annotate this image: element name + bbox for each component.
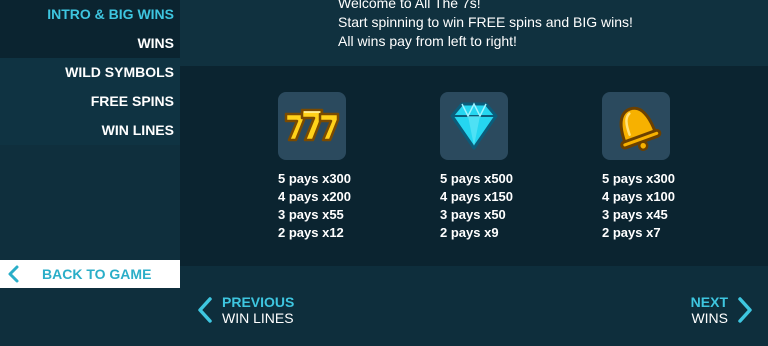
chevron-right-icon xyxy=(738,297,752,323)
sidebar-item-win-lines[interactable]: WIN LINES xyxy=(0,116,180,145)
pay-line: 2 pays x7 xyxy=(602,225,661,240)
next-page-button[interactable]: NEXT WINS xyxy=(691,294,754,326)
symbol-tile xyxy=(278,92,346,160)
sidebar-item-wild-symbols[interactable]: WILD SYMBOLS xyxy=(0,58,180,87)
pay-line: 3 pays x55 xyxy=(278,207,344,222)
chevron-left-icon xyxy=(198,297,212,323)
symbol-diamond: 5 pays x500 4 pays x150 3 pays x50 2 pay… xyxy=(440,92,560,242)
main-content: Welcome to All The 7s! Start spinning to… xyxy=(180,0,768,346)
previous-page-button[interactable]: PREVIOUS WIN LINES xyxy=(196,294,294,326)
pays-list: 5 pays x300 4 pays x100 3 pays x45 2 pay… xyxy=(602,170,722,242)
next-label: NEXT xyxy=(690,294,728,310)
symbol-sevens: 5 pays x300 4 pays x200 3 pays x55 2 pay… xyxy=(278,92,398,242)
sidebar-item-free-spins[interactable]: FREE SPINS xyxy=(0,87,180,116)
intro-line-3: All wins pay from left to right! xyxy=(338,33,517,49)
pay-line: 4 pays x150 xyxy=(440,189,514,204)
pay-line: 5 pays x300 xyxy=(278,171,352,186)
pay-line: 3 pays x45 xyxy=(602,207,668,222)
intro-text: Welcome to All The 7s! Start spinning to… xyxy=(338,0,633,51)
chevron-left-icon xyxy=(8,265,19,283)
pay-line: 5 pays x300 xyxy=(602,171,676,186)
previous-sublabel: WIN LINES xyxy=(222,310,294,326)
back-to-game-label: BACK TO GAME xyxy=(42,266,152,282)
sidebar-item-intro-big-wins[interactable]: INTRO & BIG WINS xyxy=(0,0,180,29)
next-sublabel: WINS xyxy=(691,310,728,326)
pay-line: 2 pays x12 xyxy=(278,225,344,240)
sidebar-menu: INTRO & BIG WINS WINS WILD SYMBOLS FREE … xyxy=(0,0,180,145)
intro-panel: Welcome to All The 7s! Start spinning to… xyxy=(180,0,768,66)
pay-line: 5 pays x500 xyxy=(440,171,514,186)
symbol-tile xyxy=(602,92,670,160)
diamond-icon xyxy=(450,102,498,150)
pay-line: 4 pays x100 xyxy=(602,189,676,204)
sidebar: INTRO & BIG WINS WINS WILD SYMBOLS FREE … xyxy=(0,0,180,346)
pays-list: 5 pays x300 4 pays x200 3 pays x55 2 pay… xyxy=(278,170,398,242)
back-to-game-button[interactable]: BACK TO GAME xyxy=(0,260,180,288)
bell-icon xyxy=(619,106,662,151)
pay-line: 3 pays x50 xyxy=(440,207,506,222)
pays-list: 5 pays x500 4 pays x150 3 pays x50 2 pay… xyxy=(440,170,560,242)
symbol-tile xyxy=(440,92,508,160)
previous-label: PREVIOUS xyxy=(222,294,295,310)
paytable-grid: 5 pays x300 4 pays x200 3 pays x55 2 pay… xyxy=(180,66,768,266)
sevens-icon xyxy=(284,108,340,142)
symbol-bell: 5 pays x300 4 pays x100 3 pays x45 2 pay… xyxy=(602,92,722,242)
previous-label-group: PREVIOUS WIN LINES xyxy=(222,294,294,326)
sidebar-item-wins[interactable]: WINS xyxy=(0,29,180,58)
footer-nav: PREVIOUS WIN LINES NEXT WINS xyxy=(180,266,768,346)
pay-line: 4 pays x200 xyxy=(278,189,352,204)
pay-line: 2 pays x9 xyxy=(440,225,499,240)
intro-line-2: Start spinning to win FREE spins and BIG… xyxy=(338,14,633,30)
next-label-group: NEXT WINS xyxy=(691,294,728,326)
intro-line-1: Welcome to All The 7s! xyxy=(338,0,481,11)
